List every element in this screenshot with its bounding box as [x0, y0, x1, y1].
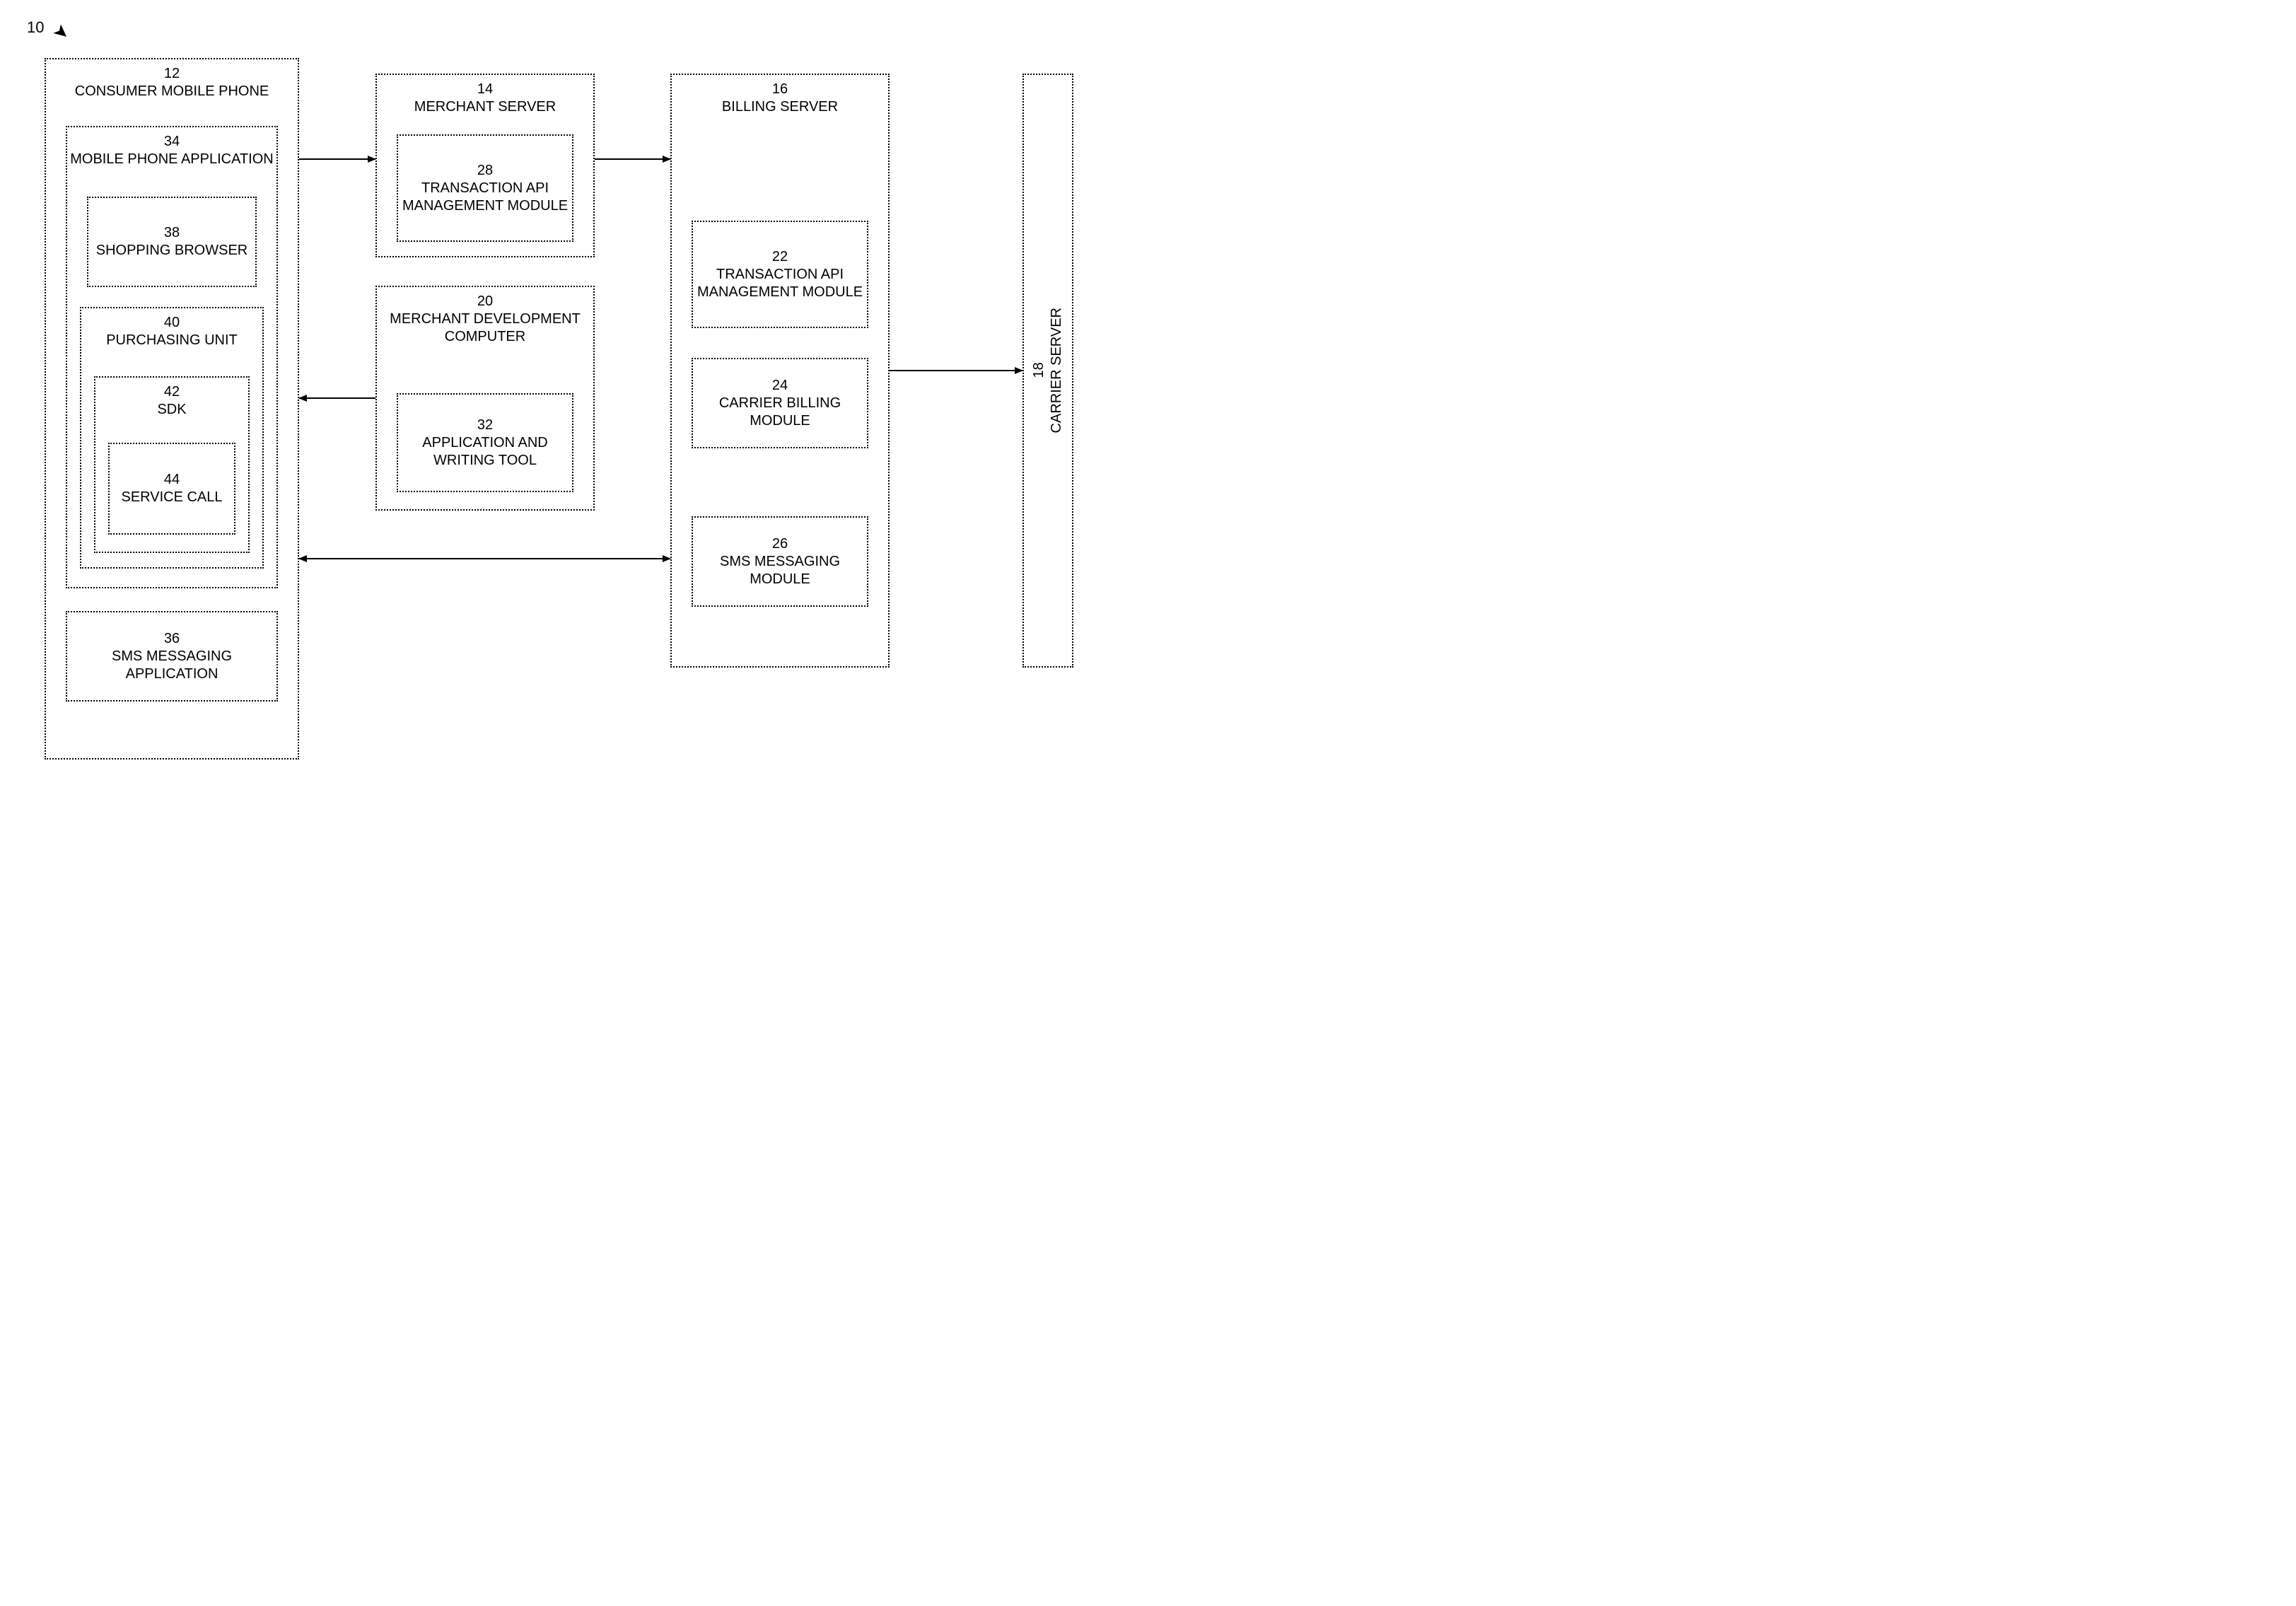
box-label: MERCHANT DEVELOPMENT COMPUTER: [377, 310, 593, 346]
box-label: CARRIER BILLING MODULE: [693, 395, 867, 430]
box-number: 28: [477, 162, 493, 180]
box-number: 32: [477, 417, 493, 434]
box-number: 40: [164, 314, 180, 332]
box-number: 44: [164, 471, 180, 489]
box-number: 20: [477, 293, 493, 310]
box-number: 38: [164, 224, 180, 242]
box-label: PURCHASING UNIT: [106, 332, 238, 349]
box-number: 24: [772, 377, 788, 395]
box-number: 12: [164, 65, 180, 83]
box-number: 42: [164, 383, 180, 401]
box-label: APPLICATION AND WRITING TOOL: [398, 434, 572, 470]
box-label: MOBILE PHONE APPLICATION: [70, 151, 273, 168]
diagram-canvas: 10 ➤ 12 CONSUMER MOBILE PHONE 34 MOBILE …: [0, 0, 1148, 803]
box-number: 26: [772, 535, 788, 553]
box-label: TRANSACTION API MANAGEMENT MODULE: [693, 266, 867, 301]
box-sms-messaging-application: 36 SMS MESSAGING APPLICATION: [66, 611, 278, 702]
box-number: 14: [477, 81, 493, 98]
box-label: SMS MESSAGING MODULE: [693, 553, 867, 588]
box-label: BILLING SERVER: [722, 98, 838, 116]
box-label: SHOPPING BROWSER: [96, 242, 247, 260]
box-shopping-browser: 38 SHOPPING BROWSER: [87, 197, 257, 287]
box-transaction-api-mgmt-28: 28 TRANSACTION API MANAGEMENT MODULE: [397, 134, 573, 242]
box-number: 18: [1031, 363, 1047, 378]
box-label: CONSUMER MOBILE PHONE: [75, 83, 269, 100]
box-label: MERCHANT SERVER: [414, 98, 556, 116]
figure-reference-arrow-icon: ➤: [49, 19, 75, 46]
box-label: SDK: [157, 401, 186, 419]
box-number: 16: [772, 81, 788, 98]
box-label: SERVICE CALL: [121, 489, 222, 506]
figure-reference: 10: [27, 18, 44, 37]
box-carrier-server: 18 CARRIER SERVER: [1022, 74, 1073, 668]
box-carrier-billing-module: 24 CARRIER BILLING MODULE: [692, 358, 868, 448]
box-number: 34: [164, 133, 180, 151]
box-number: 36: [164, 630, 180, 648]
box-service-call: 44 SERVICE CALL: [108, 443, 235, 535]
box-sms-messaging-module: 26 SMS MESSAGING MODULE: [692, 516, 868, 607]
box-application-writing-tool: 32 APPLICATION AND WRITING TOOL: [397, 393, 573, 492]
box-label: TRANSACTION API MANAGEMENT MODULE: [398, 180, 572, 215]
box-number: 22: [772, 248, 788, 266]
box-label: SMS MESSAGING APPLICATION: [67, 648, 276, 683]
box-transaction-api-mgmt-22: 22 TRANSACTION API MANAGEMENT MODULE: [692, 221, 868, 328]
box-label: CARRIER SERVER: [1049, 308, 1064, 433]
